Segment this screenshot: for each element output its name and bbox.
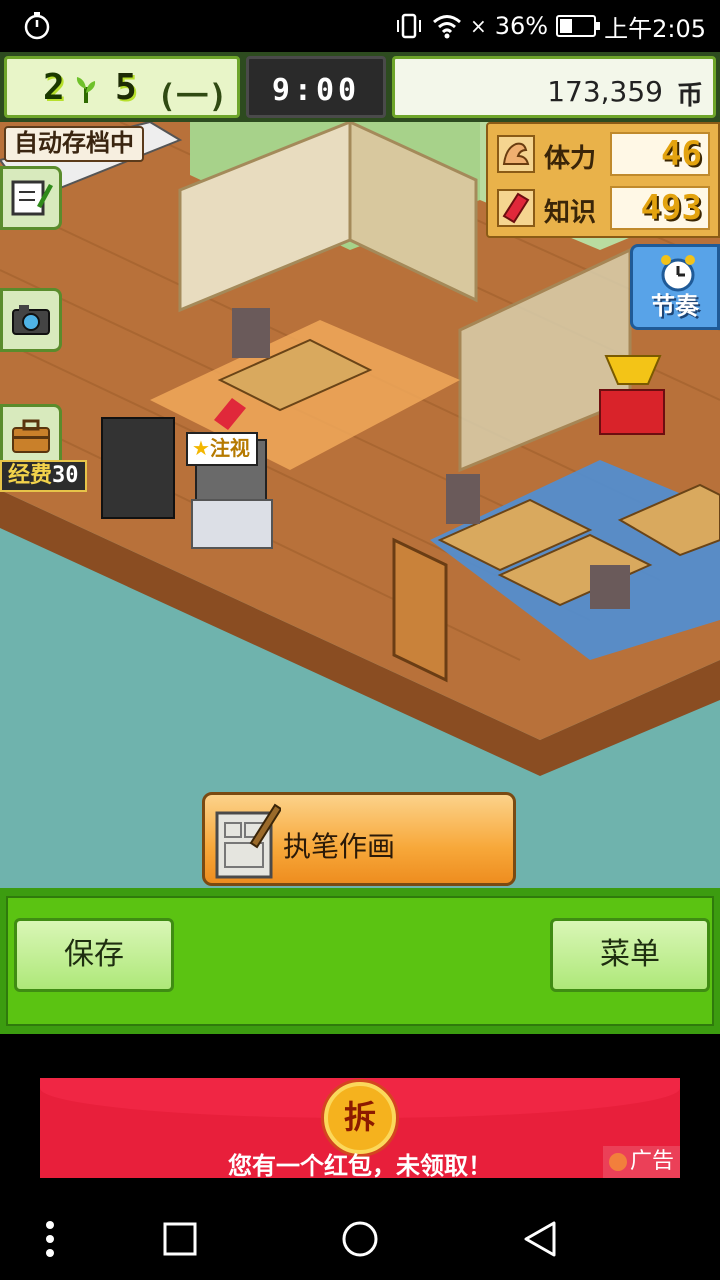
month-value: 5 (115, 67, 137, 108)
budget-value: 30 (52, 463, 79, 488)
report-bubble[interactable]: ★注视 (186, 432, 258, 466)
clock: 上午2:05 (604, 14, 706, 43)
stats-panel: 体力 46 知识 493 (486, 122, 720, 238)
status-bar: × 36% 上午2:05 (0, 0, 720, 52)
no-sim-icon: × (469, 14, 487, 38)
status-right: × 36% 上午2:05 (394, 6, 706, 46)
rhythm-button[interactable]: 节奏 (630, 244, 720, 330)
knowledge-label: 知识 (544, 198, 597, 228)
rhythm-label: 节奏 (651, 292, 699, 320)
camera-icon (12, 305, 50, 335)
book-icon (497, 189, 535, 227)
camera-button[interactable] (0, 288, 62, 352)
manuscript-pen-icon (215, 803, 281, 879)
more-options-button[interactable] (0, 1198, 100, 1280)
knowledge-value: 493 (610, 186, 710, 230)
ad-tag: 广告 (602, 1146, 680, 1178)
more-vertical-icon (46, 1221, 54, 1257)
ad-open-coin[interactable]: 拆 (324, 1082, 396, 1154)
autosave-indicator: 自动存档中 (4, 126, 144, 162)
contracts-button[interactable] (0, 166, 62, 230)
briefcase-icon (12, 419, 50, 453)
save-button[interactable]: 保存 (14, 918, 174, 992)
briefcase-button[interactable] (0, 404, 62, 468)
notebook-pencil-icon (11, 180, 53, 216)
recent-apps-button[interactable] (130, 1198, 230, 1280)
year-value: 2 (43, 67, 65, 108)
stamina-value: 46 (610, 132, 710, 176)
battery-level (560, 19, 572, 33)
date-panel[interactable]: 2 5 (一) (4, 56, 240, 118)
draw-manga-label: 执笔作画 (283, 830, 396, 863)
square-icon (163, 1222, 197, 1256)
draw-manga-button[interactable]: 执笔作画 (202, 792, 516, 886)
budget-label: 经费 (8, 463, 53, 488)
arm-muscle-icon (497, 135, 535, 173)
menu-button[interactable]: 菜单 (550, 918, 710, 992)
year-sprout-icon (76, 77, 96, 103)
week-value: (一) (157, 77, 228, 115)
navigation-bar (0, 1198, 720, 1280)
vibrate-icon (396, 13, 421, 39)
ad-message: 您有一个红包，未领取！ (228, 1152, 492, 1178)
top-hud: 2 5 (一) 9:00 173,359 币 (0, 52, 720, 122)
stat-knowledge: 知识 493 (492, 184, 718, 234)
report-label: 注视 (209, 436, 250, 460)
battery-icon (556, 15, 601, 37)
money-panel: 173,359 币 (392, 56, 716, 118)
clock-panel: 9:00 (246, 56, 386, 118)
home-button[interactable] (310, 1198, 410, 1280)
star-icon: ★ (192, 436, 210, 460)
budget-badge: 经费30 (0, 460, 87, 492)
ad-tag-label: 广告 (629, 1149, 674, 1174)
wifi-icon (433, 15, 461, 39)
ad-logo-icon (608, 1153, 627, 1171)
game-time: 9:00 (271, 73, 361, 108)
circle-icon (342, 1221, 378, 1257)
stamina-label: 体力 (544, 144, 597, 174)
stat-stamina: 体力 46 (492, 130, 718, 180)
battery-percent: 36% (494, 12, 549, 40)
currency-unit: 币 (676, 81, 703, 111)
screen: × 36% 上午2:05 2 5 (一) 9:00 173,359 币 自动存档… (0, 0, 720, 1280)
money-value: 173,359 (547, 75, 663, 108)
ad-banner[interactable]: 拆 您有一个红包，未领取！ 广告 (40, 1078, 680, 1178)
back-button[interactable] (490, 1198, 590, 1280)
back-triangle-icon (524, 1221, 556, 1257)
stopwatch-icon (24, 12, 50, 40)
